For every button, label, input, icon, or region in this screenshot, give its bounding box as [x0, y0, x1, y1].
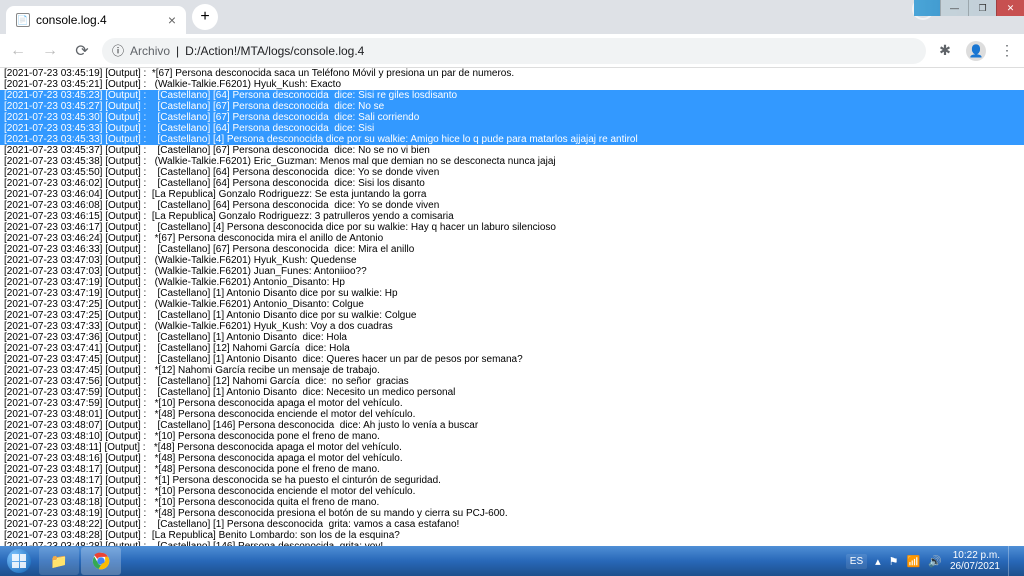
log-line[interactable]: [2021-07-23 03:47:36] [Output] : [Castel… [0, 332, 1024, 343]
show-desktop-button[interactable] [1008, 546, 1018, 576]
clock-date: 26/07/2021 [950, 561, 1000, 572]
tab-strip: 📄 console.log.4 × + [0, 0, 1024, 34]
log-line[interactable]: [2021-07-23 03:48:11] [Output] : *[48] P… [0, 442, 1024, 453]
log-line[interactable]: [2021-07-23 03:48:17] [Output] : *[10] P… [0, 486, 1024, 497]
close-button[interactable]: ✕ [996, 0, 1024, 16]
log-line[interactable]: [2021-07-23 03:46:08] [Output] : [Castel… [0, 200, 1024, 211]
reload-button[interactable]: ⟳ [70, 39, 94, 63]
url-separator: | [176, 44, 179, 58]
log-line[interactable]: [2021-07-23 03:48:17] [Output] : *[48] P… [0, 464, 1024, 475]
window-controls-overlay: — ❐ ✕ [914, 0, 1024, 16]
log-line[interactable]: [2021-07-23 03:46:24] [Output] : *[67] P… [0, 233, 1024, 244]
log-line[interactable]: [2021-07-23 03:48:16] [Output] : *[48] P… [0, 453, 1024, 464]
log-line[interactable]: [2021-07-23 03:47:19] [Output] : (Walkie… [0, 277, 1024, 288]
log-line[interactable]: [2021-07-23 03:47:33] [Output] : (Walkie… [0, 321, 1024, 332]
tray-chevron-icon[interactable]: ▴ [875, 555, 881, 568]
log-line[interactable]: [2021-07-23 03:48:19] [Output] : *[48] P… [0, 508, 1024, 519]
log-line[interactable]: [2021-07-23 03:45:23] [Output] : [Castel… [0, 90, 1024, 101]
log-line[interactable]: [2021-07-23 03:46:02] [Output] : [Castel… [0, 178, 1024, 189]
profile-avatar[interactable]: 👤 [966, 41, 986, 61]
back-button[interactable]: ← [6, 39, 30, 63]
log-line[interactable]: [2021-07-23 03:48:18] [Output] : *[10] P… [0, 497, 1024, 508]
log-line[interactable]: [2021-07-23 03:47:56] [Output] : [Castel… [0, 376, 1024, 387]
log-line[interactable]: [2021-07-23 03:47:25] [Output] : (Walkie… [0, 299, 1024, 310]
tray-volume-icon[interactable]: 🔊 [928, 555, 942, 568]
tab-active[interactable]: 📄 console.log.4 × [6, 6, 186, 34]
log-line[interactable]: [2021-07-23 03:45:19] [Output] : *[67] P… [0, 68, 1024, 79]
tray-network-icon[interactable]: 📶 [907, 555, 921, 568]
language-indicator[interactable]: ES [846, 554, 867, 569]
address-bar: ← → ⟳ ⓘ Archivo | D:/Action!/MTA/logs/co… [0, 34, 1024, 68]
log-line[interactable]: [2021-07-23 03:48:22] [Output] : [Castel… [0, 519, 1024, 530]
log-line[interactable]: [2021-07-23 03:48:07] [Output] : [Castel… [0, 420, 1024, 431]
log-line[interactable]: [2021-07-23 03:47:45] [Output] : *[12] N… [0, 365, 1024, 376]
log-line[interactable]: [2021-07-23 03:47:19] [Output] : [Castel… [0, 288, 1024, 299]
log-line[interactable]: [2021-07-23 03:46:04] [Output] : [La Rep… [0, 189, 1024, 200]
log-line[interactable]: [2021-07-23 03:47:03] [Output] : (Walkie… [0, 255, 1024, 266]
file-icon: 📄 [16, 13, 30, 27]
url-scheme: Archivo [130, 44, 170, 58]
log-line[interactable]: [2021-07-23 03:45:27] [Output] : [Castel… [0, 101, 1024, 112]
system-tray: ES ▴ ⚑ 📶 🔊 10:22 p.m. 26/07/2021 [846, 546, 1024, 576]
url-input[interactable]: ⓘ Archivo | D:/Action!/MTA/logs/console.… [102, 38, 926, 64]
log-line[interactable]: [2021-07-23 03:48:10] [Output] : *[10] P… [0, 431, 1024, 442]
forward-button[interactable]: → [38, 39, 62, 63]
taskbar-item-chrome[interactable] [81, 547, 121, 575]
log-line[interactable]: [2021-07-23 03:48:01] [Output] : *[48] P… [0, 409, 1024, 420]
log-line[interactable]: [2021-07-23 03:45:21] [Output] : (Walkie… [0, 79, 1024, 90]
tray-flag-icon[interactable]: ⚑ [889, 555, 899, 568]
taskbar: 📁 ES ▴ ⚑ 📶 🔊 10:22 p.m. 26/07/2021 [0, 546, 1024, 576]
extensions-icon[interactable]: ✱ [934, 40, 956, 62]
info-icon: ⓘ [112, 42, 124, 59]
log-line[interactable]: [2021-07-23 03:47:59] [Output] : *[10] P… [0, 398, 1024, 409]
log-line[interactable]: [2021-07-23 03:47:45] [Output] : [Castel… [0, 354, 1024, 365]
log-line[interactable]: [2021-07-23 03:46:15] [Output] : [La Rep… [0, 211, 1024, 222]
menu-icon[interactable]: ⋮ [996, 40, 1018, 62]
tab-title: console.log.4 [36, 13, 107, 27]
log-line[interactable]: [2021-07-23 03:46:33] [Output] : [Castel… [0, 244, 1024, 255]
log-line[interactable]: [2021-07-23 03:47:59] [Output] : [Castel… [0, 387, 1024, 398]
log-line[interactable]: [2021-07-23 03:47:25] [Output] : [Castel… [0, 310, 1024, 321]
start-button[interactable] [0, 546, 38, 576]
toolbar-right: ✱ 👤 ⋮ [934, 40, 1018, 62]
log-line[interactable]: [2021-07-23 03:47:41] [Output] : [Castel… [0, 343, 1024, 354]
minimize-button[interactable]: — [940, 0, 968, 16]
log-line[interactable]: [2021-07-23 03:45:33] [Output] : [Castel… [0, 123, 1024, 134]
log-content[interactable]: [2021-07-23 03:45:19] [Output] : *[67] P… [0, 68, 1024, 546]
log-line[interactable]: [2021-07-23 03:48:28] [Output] : [La Rep… [0, 530, 1024, 541]
maximize-button[interactable]: ❐ [968, 0, 996, 16]
tab-close-icon[interactable]: × [168, 12, 176, 28]
log-line[interactable]: [2021-07-23 03:45:33] [Output] : [Castel… [0, 134, 1024, 145]
clock[interactable]: 10:22 p.m. 26/07/2021 [950, 550, 1000, 572]
log-line[interactable]: [2021-07-23 03:48:17] [Output] : *[1] Pe… [0, 475, 1024, 486]
log-line[interactable]: [2021-07-23 03:45:37] [Output] : [Castel… [0, 145, 1024, 156]
log-line[interactable]: [2021-07-23 03:45:38] [Output] : (Walkie… [0, 156, 1024, 167]
taskbar-item-explorer[interactable]: 📁 [39, 547, 79, 575]
log-line[interactable]: [2021-07-23 03:47:03] [Output] : (Walkie… [0, 266, 1024, 277]
log-line[interactable]: [2021-07-23 03:45:30] [Output] : [Castel… [0, 112, 1024, 123]
new-tab-button[interactable]: + [192, 4, 218, 30]
log-line[interactable]: [2021-07-23 03:45:50] [Output] : [Castel… [0, 167, 1024, 178]
clock-time: 10:22 p.m. [950, 550, 1000, 561]
chrome-window: 📄 console.log.4 × + ← → ⟳ ⓘ Archivo | D:… [0, 0, 1024, 546]
url-path: D:/Action!/MTA/logs/console.log.4 [185, 44, 364, 58]
log-line[interactable]: [2021-07-23 03:46:17] [Output] : [Castel… [0, 222, 1024, 233]
